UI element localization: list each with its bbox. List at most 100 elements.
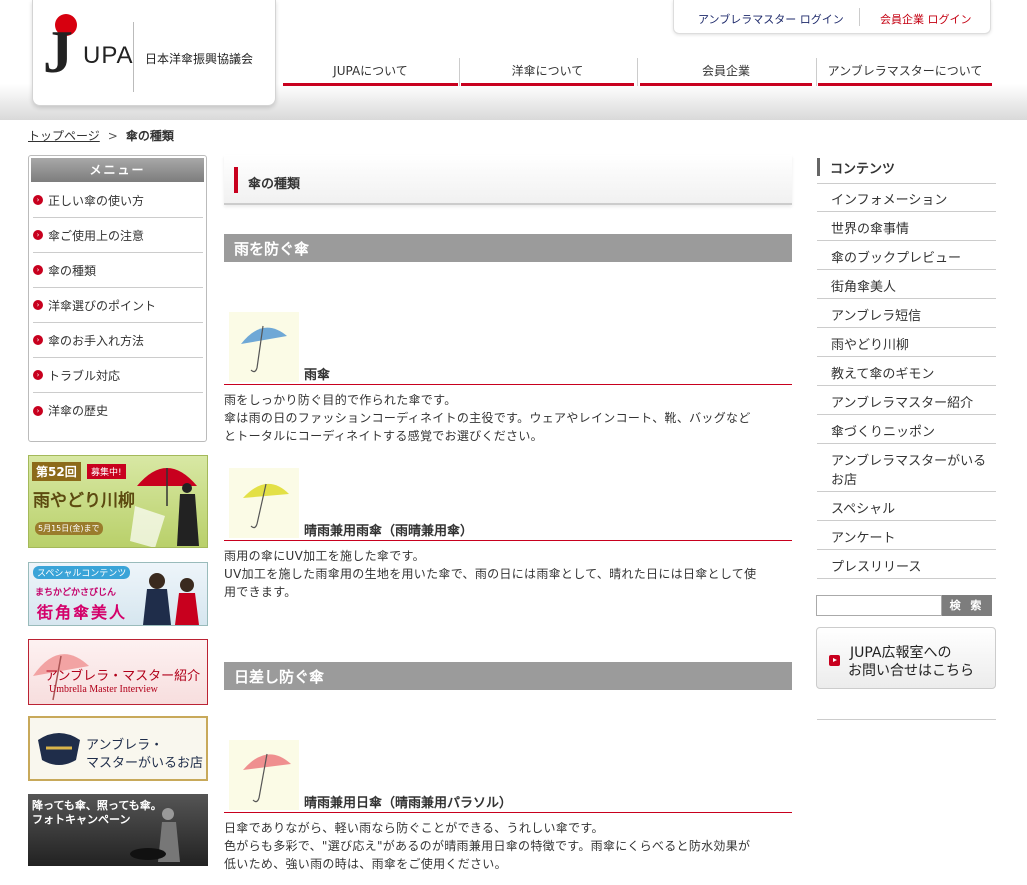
master-login-link[interactable]: アンブレラマスター ログイン xyxy=(698,11,844,27)
breadcrumb-home-link[interactable]: トップページ xyxy=(28,129,100,143)
heading-accent-bar xyxy=(234,167,238,193)
senryu-title: 雨やどり川柳 xyxy=(33,491,135,511)
menu-item-types[interactable]: › 傘の種類 xyxy=(33,253,203,288)
sidebar-divider xyxy=(817,356,996,357)
desc-line: 傘は雨の日のファッションコーディネイトの主役です。ウェアやレインコート、靴、バッ… xyxy=(224,411,751,425)
walking-figure-icon xyxy=(130,808,180,862)
bijin-banner[interactable]: スペシャルコンテンツ まちかどかさびじん 街角傘美人 xyxy=(28,562,208,626)
sidebar-item-special[interactable]: スペシャル xyxy=(831,498,895,517)
master-interview-banner[interactable]: アンブレラ・マスター紹介 Umbrella Master Interview xyxy=(28,639,208,705)
sidebar-divider xyxy=(817,240,996,241)
master-subtitle: Umbrella Master Interview xyxy=(49,684,158,695)
pr-line2: お問い合せはこちら xyxy=(848,663,974,679)
login-divider xyxy=(859,8,860,26)
master-shop-banner[interactable]: アンブレラ・ マスターがいるお店 xyxy=(28,716,208,781)
sidebar-divider xyxy=(817,549,996,550)
item-title-ame: 雨傘 xyxy=(304,368,331,383)
menu-item-caution[interactable]: › 傘ご使用上の注意 xyxy=(33,218,203,253)
sidebar-item-master[interactable]: アンブレラマスター紹介 xyxy=(831,392,973,411)
section-heading-sun: 日差し防ぐ傘 xyxy=(224,662,792,690)
login-bar: アンブレラマスター ログイン 会員企業 ログイン xyxy=(673,0,991,34)
menu-title: メニュー xyxy=(31,158,204,182)
item-title-seiu-ame: 晴雨兼用雨傘（雨晴兼用傘） xyxy=(304,524,474,539)
sidebar-divider xyxy=(817,520,996,521)
sidebar-divider xyxy=(817,443,996,444)
senryu-badge-tag: 募集中! xyxy=(87,464,126,479)
chevron-right-icon: › xyxy=(33,300,43,310)
sidebar-item-nippon[interactable]: 傘づくりニッポン xyxy=(831,421,935,440)
chevron-right-icon: › xyxy=(33,335,43,345)
org-name: 日本洋傘振興協議会 xyxy=(145,52,254,66)
menu-item-trouble[interactable]: › トラブル対応 xyxy=(33,358,203,393)
master-title: アンブレラ・マスター紹介 xyxy=(45,669,201,684)
senryu-deadline: 5月15日(金)まで xyxy=(35,522,103,535)
section-heading-rain: 雨を防ぐ傘 xyxy=(224,234,792,262)
master-emblem-icon xyxy=(38,733,80,765)
sidebar-item-book[interactable]: 傘のブックプレビュー xyxy=(831,247,961,266)
chevron-right-icon: › xyxy=(33,195,43,205)
logo-letter: J xyxy=(43,19,73,85)
sidebar-title: コンテンツ xyxy=(817,158,895,177)
pr-contact-button[interactable]: JUPA広報室への お問い合せはこちら xyxy=(816,627,996,689)
play-icon xyxy=(829,655,840,666)
sidebar-divider xyxy=(817,183,996,184)
menu-item-label: 洋傘選びのポイント xyxy=(48,298,157,313)
yellow-umbrella-icon xyxy=(229,468,299,538)
search-input[interactable] xyxy=(816,595,942,616)
sidebar-divider xyxy=(817,211,996,212)
item-desc-ame: 雨をしっかり防ぐ目的で作られた傘です。 傘は雨の日のファッションコーディネイトの… xyxy=(224,391,792,445)
umbrella-figure-icon xyxy=(130,468,199,547)
sidebar-item-world[interactable]: 世界の傘事情 xyxy=(831,218,909,237)
sidebar-divider xyxy=(817,298,996,299)
desc-line: UV加工を施した雨傘用の生地を用いた傘で、雨の日には雨傘として、晴れた日には日傘… xyxy=(224,567,757,581)
sidebar-divider xyxy=(817,385,996,386)
sidebar-item-shop-line1: アンブレラマスターがいる xyxy=(831,454,987,469)
sidebar-item-survey[interactable]: アンケート xyxy=(831,527,895,546)
sidebar-item-senryu[interactable]: 雨やどり川柳 xyxy=(831,334,909,353)
desc-line: とトータルにコーディネイトする感覚でお選びください。 xyxy=(224,429,543,443)
sidebar-divider xyxy=(817,414,996,415)
sidebar-item-press[interactable]: プレスリリース xyxy=(831,556,921,575)
senryu-banner[interactable]: 第52回 募集中! 雨やどり川柳 5月15日(金)まで xyxy=(28,455,208,548)
menu-item-history[interactable]: › 洋傘の歴史 xyxy=(33,393,203,428)
logo-text: UPA xyxy=(83,42,134,69)
item-divider xyxy=(224,384,792,385)
chevron-right-icon: › xyxy=(33,405,43,416)
menu-item-choosing[interactable]: › 洋傘選びのポイント xyxy=(33,288,203,323)
sidebar-divider xyxy=(817,719,996,720)
member-login-link[interactable]: 会員企業 ログイン xyxy=(880,11,972,27)
menu-item-usage[interactable]: › 正しい傘の使い方 xyxy=(33,183,203,218)
sidebar-item-information[interactable]: インフォメーション xyxy=(831,189,947,208)
sidebar-item-bijin[interactable]: 街角傘美人 xyxy=(831,276,896,295)
sidebar-divider xyxy=(817,269,996,270)
menu-item-label: 傘の種類 xyxy=(48,263,97,278)
logo-divider xyxy=(133,22,134,92)
page-title: 傘の種類 xyxy=(248,177,301,192)
sidebar-item-shop-line2: お店 xyxy=(831,473,858,488)
item-divider xyxy=(224,812,792,813)
nav-members[interactable]: 会員企業 xyxy=(640,58,812,86)
menu-item-label: 正しい傘の使い方 xyxy=(48,193,145,208)
search-button[interactable]: 検 索 xyxy=(942,595,992,616)
desc-line: 雨用の傘にUV加工を施した傘です。 xyxy=(224,549,425,563)
woman-photo-icon xyxy=(143,573,199,625)
bijin-title: 街角傘美人 xyxy=(37,603,128,622)
desc-line: 用できます。 xyxy=(224,585,297,599)
nav-about-master[interactable]: アンブレラマスターについて xyxy=(818,58,992,86)
chevron-right-icon: › xyxy=(33,265,43,275)
menu-item-care[interactable]: › 傘のお手入れ方法 xyxy=(33,323,203,358)
pink-umbrella-icon xyxy=(229,740,299,810)
breadcrumb-separator: > xyxy=(107,129,118,143)
desc-line: 色がらも多彩で、"選び応え"があるのが晴雨兼用日傘の特徴です。雨傘にくらべると防… xyxy=(224,839,751,853)
site-logo[interactable]: J UPA 日本洋傘振興協議会 xyxy=(32,0,276,106)
sidebar-item-gimon[interactable]: 教えて傘のギモン xyxy=(831,363,934,382)
sidebar-item-tanshin[interactable]: アンブレラ短信 xyxy=(831,305,921,324)
nav-about-jupa[interactable]: JUPAについて xyxy=(283,58,458,86)
bijin-kana: まちかどかさびじん xyxy=(35,588,117,598)
photo-campaign-banner[interactable]: 降っても傘、照っても傘。 フォトキャンペーン xyxy=(28,794,208,866)
blue-umbrella-icon xyxy=(229,312,299,382)
nav-about-umbrella[interactable]: 洋傘について xyxy=(461,58,634,86)
desc-line: 低いため、強い雨の時は、雨傘をご使用ください。 xyxy=(224,857,507,871)
sidebar-divider xyxy=(817,578,996,579)
sidebar-item-shop[interactable]: アンブレラマスターがいる お店 xyxy=(831,450,986,488)
